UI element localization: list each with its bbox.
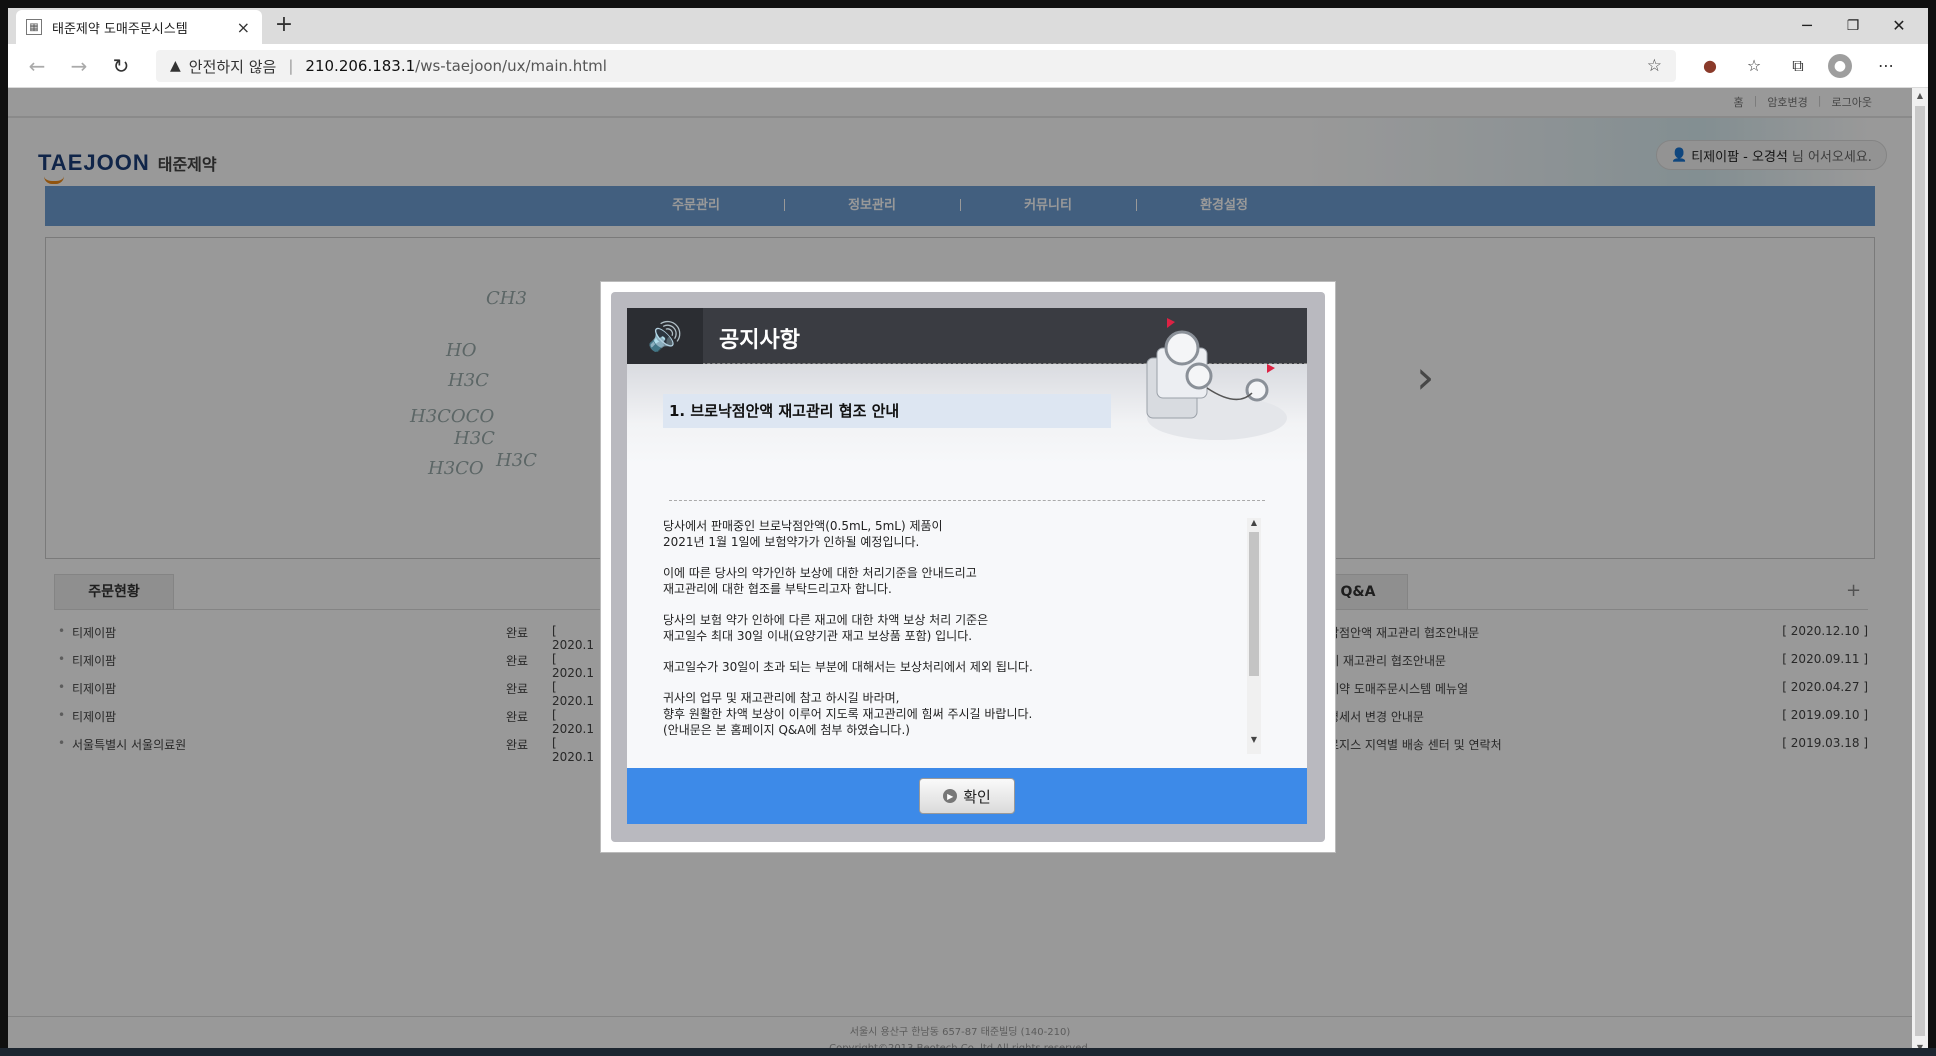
minimize-button[interactable]: ─ (1784, 8, 1830, 44)
notice-line: 재고일수가 30일이 초과 되는 부분에 대해서는 보상처리에서 제외 됩니다. (663, 660, 1033, 674)
notice-line: 2021년 1월 1일에 보험약가가 인하될 예정입니다. (663, 535, 920, 549)
modal-title: 공지사항 (719, 328, 800, 353)
confirm-label: 확인 (963, 787, 991, 806)
notice-line: 당사의 보험 약가 인하에 다른 재고에 대한 차액 보상 처리 기준은 (663, 613, 989, 627)
speaker-icon: 🔊 (627, 308, 703, 364)
notice-paragraph: 재고일수가 30일이 초과 되는 부분에 대해서는 보상처리에서 제외 됩니다. (663, 659, 1239, 675)
notice-paragraph: 당사의 보험 약가 인하에 다른 재고에 대한 차액 보상 처리 기준은재고일수… (663, 612, 1239, 644)
browser-window: ▦ 태준제약 도매주문시스템 × + ─ ❐ ✕ ← → ↻ ▲ 안전하지 않음… (8, 8, 1928, 1056)
notice-paragraph: 귀사의 업무 및 재고관리에 참고 하시길 바라며, 향후 원활한 차액 보상이 … (663, 690, 1239, 738)
url-host: 210.206.183.1 (305, 57, 416, 75)
notice-line: 당사에서 판매중인 브로낙점안액(0.5mL, 5mL) 제품이 (663, 519, 943, 533)
url-separator: | (288, 57, 294, 75)
forward-icon[interactable]: → (64, 52, 94, 80)
modal-footer: ▶ 확인 (627, 768, 1307, 824)
restore-button[interactable]: ❐ (1830, 8, 1876, 44)
content-scrollbar[interactable]: ▲ ▼ (1247, 518, 1261, 754)
notice-line: (안내문은 본 홈페이지 Q&A에 첨부 하였습니다.) (663, 723, 910, 737)
page-scrollbar[interactable]: ▲ ▼ (1912, 88, 1928, 1056)
new-tab-button[interactable]: + (270, 12, 298, 40)
modal-body: 🔊 공지사항 1. 브로낙점안액 재고관리 협조 안내 당사에서 판매중인 브로… (627, 308, 1307, 824)
content-scroll-up-icon[interactable]: ▲ (1247, 518, 1261, 527)
tab-close-icon[interactable]: × (237, 18, 250, 37)
notice-content[interactable]: 당사에서 판매중인 브로낙점안액(0.5mL, 5mL) 제품이 2021년 1월… (663, 518, 1259, 758)
content-divider (669, 500, 1265, 501)
notice-paragraph: 이에 따른 당사의 약가인하 보상에 대한 처리기준을 안내드리고재고관리에 대… (663, 565, 1239, 597)
notice-line: 재고관리에 대한 협조를 부탁드리고자 합니다. (663, 582, 892, 596)
notice-title: 1. 브로낙점안액 재고관리 협조 안내 (663, 394, 1111, 428)
more-icon[interactable]: ⋯ (1874, 54, 1898, 78)
favorites-icon[interactable]: ☆ (1742, 54, 1766, 78)
notice-paragraph: 당사에서 판매중인 브로낙점안액(0.5mL, 5mL) 제품이 2021년 1월… (663, 518, 1239, 550)
extension-icon[interactable]: ● (1698, 54, 1722, 78)
security-label[interactable]: 안전하지 않음 (189, 56, 277, 77)
close-window-button[interactable]: ✕ (1876, 8, 1922, 44)
profile-icon[interactable]: ● (1828, 54, 1852, 78)
warning-icon[interactable]: ▲ (170, 58, 181, 74)
star-icon[interactable]: ☆ (1647, 56, 1662, 76)
address-bar[interactable]: ▲ 안전하지 않음 | 210.206.183.1 /ws-taejoon/ux… (156, 50, 1676, 82)
content-scroll-down-icon[interactable]: ▼ (1247, 735, 1261, 744)
browser-tab[interactable]: ▦ 태준제약 도매주문시스템 × (16, 10, 262, 44)
notice-line: 귀사의 업무 및 재고관리에 참고 하시길 바라며, (663, 691, 900, 705)
url-path: /ws-taejoon/ux/main.html (415, 57, 607, 75)
illustration-icon (1146, 318, 1287, 440)
back-icon[interactable]: ← (22, 52, 52, 80)
content-scroll-thumb[interactable] (1249, 532, 1259, 676)
confirm-button[interactable]: ▶ 확인 (919, 778, 1015, 814)
play-icon: ▶ (943, 789, 958, 803)
collections-icon[interactable]: ⧉ (1786, 54, 1810, 78)
refresh-icon[interactable]: ↻ (106, 52, 136, 80)
notice-line: 재고일수 최대 30일 이내(요양기관 재고 보상품 포함) 입니다. (663, 629, 973, 643)
notice-modal: 🔊 공지사항 1. 브로낙점안액 재고관리 협조 안내 당사에서 판매중인 브로… (600, 281, 1336, 853)
tab-title: 태준제약 도매주문시스템 (52, 21, 188, 37)
notice-line: 향후 원활한 차액 보상이 이루어 지도록 재고관리에 힘써 주시길 바랍니다. (663, 707, 1033, 721)
scroll-up-icon[interactable]: ▲ (1912, 88, 1928, 104)
taskbar (0, 1048, 1936, 1056)
scroll-thumb[interactable] (1915, 106, 1925, 1036)
tab-bar: ▦ 태준제약 도매주문시스템 × + ─ ❐ ✕ (8, 8, 1928, 44)
favicon-icon: ▦ (26, 19, 42, 35)
notice-line: 이에 따른 당사의 약가인하 보상에 대한 처리기준을 안내드리고 (663, 566, 977, 580)
address-bar-row: ← → ↻ ▲ 안전하지 않음 | 210.206.183.1 /ws-taej… (8, 44, 1928, 88)
